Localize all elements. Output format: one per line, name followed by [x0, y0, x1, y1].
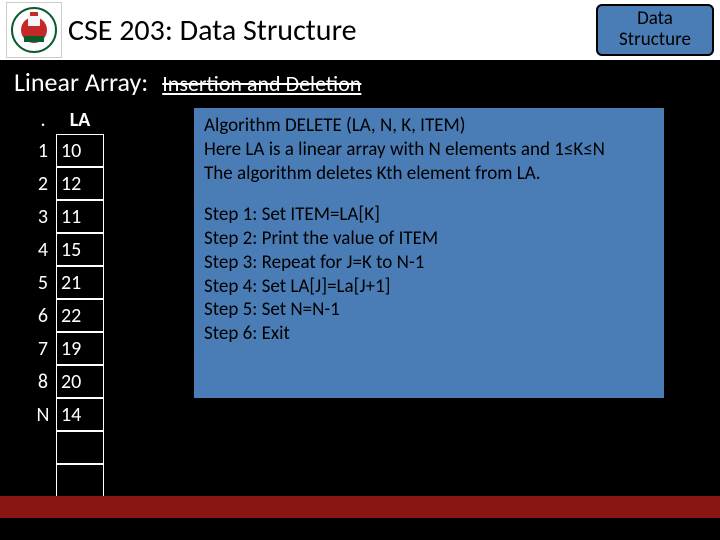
subheader: Linear Array: Insertion and Deletion	[0, 60, 720, 102]
algorithm-box: Algorithm DELETE (LA, N, K, ITEM) Here L…	[194, 108, 664, 398]
table-row: 6 22	[30, 299, 104, 332]
algo-step: Step 1: Set ITEM=LA[K]	[204, 203, 654, 227]
algo-line: Here LA is a linear array with N element…	[204, 138, 654, 162]
value-cell: 12	[56, 167, 104, 200]
table-row: 5 21	[30, 266, 104, 299]
algo-line: Algorithm DELETE (LA, N, K, ITEM)	[204, 114, 654, 138]
index-cell: 3	[30, 200, 56, 233]
index-cell: 5	[30, 266, 56, 299]
value-header: LA	[56, 108, 104, 132]
algorithm-intro: Algorithm DELETE (LA, N, K, ITEM) Here L…	[204, 114, 654, 185]
algo-step: Step 2: Print the value of ITEM	[204, 227, 654, 251]
index-cell: 6	[30, 299, 56, 332]
subheader-label: Linear Array:	[14, 66, 148, 98]
table-row: N 14	[30, 398, 104, 431]
index-cell: 8	[30, 365, 56, 398]
footer-bar	[0, 496, 720, 518]
value-cell: 21	[56, 266, 104, 299]
table-row	[30, 464, 104, 497]
index-cell: 4	[30, 233, 56, 266]
value-cell	[56, 431, 104, 464]
index-cell: 2	[30, 167, 56, 200]
algo-step: Step 4: Set LA[J]=La[J+1]	[204, 275, 654, 299]
course-title: CSE 203: Data Structure	[68, 12, 357, 49]
index-cell	[30, 431, 56, 464]
value-cell: 10	[56, 134, 104, 167]
logo-icon	[10, 6, 58, 54]
table-row: 4 15	[30, 233, 104, 266]
array-header-row: . LA	[30, 108, 104, 132]
index-header: .	[30, 108, 56, 132]
algo-line: The algorithm deletes Kth element from L…	[204, 162, 654, 186]
subheader-topic: Insertion and Deletion	[162, 70, 361, 97]
table-row: 7 19	[30, 332, 104, 365]
university-logo	[6, 2, 62, 58]
index-cell: 1	[30, 134, 56, 167]
value-cell: 15	[56, 233, 104, 266]
value-cell: 14	[56, 398, 104, 431]
table-row: 8 20	[30, 365, 104, 398]
topic-badge: Data Structure	[596, 4, 714, 56]
table-row: 2 12	[30, 167, 104, 200]
value-cell: 22	[56, 299, 104, 332]
value-cell: 11	[56, 200, 104, 233]
algo-step: Step 6: Exit	[204, 322, 654, 346]
algo-step: Step 5: Set N=N-1	[204, 298, 654, 322]
index-cell: N	[30, 398, 56, 431]
table-row	[30, 431, 104, 464]
value-cell: 20	[56, 365, 104, 398]
index-cell: 7	[30, 332, 56, 365]
algo-step: Step 3: Repeat for J=K to N-1	[204, 251, 654, 275]
table-row: 3 11	[30, 200, 104, 233]
slide-header: CSE 203: Data Structure Data Structure	[0, 0, 720, 60]
index-cell	[30, 464, 56, 497]
value-cell: 19	[56, 332, 104, 365]
algorithm-steps: Step 1: Set ITEM=LA[K] Step 2: Print the…	[204, 203, 654, 346]
content-area: . LA 1 10 2 12 3 11 4 15 5 21 6 22 7 19	[0, 102, 720, 497]
array-table: . LA 1 10 2 12 3 11 4 15 5 21 6 22 7 19	[30, 108, 104, 497]
value-cell	[56, 464, 104, 497]
table-row: 1 10	[30, 134, 104, 167]
